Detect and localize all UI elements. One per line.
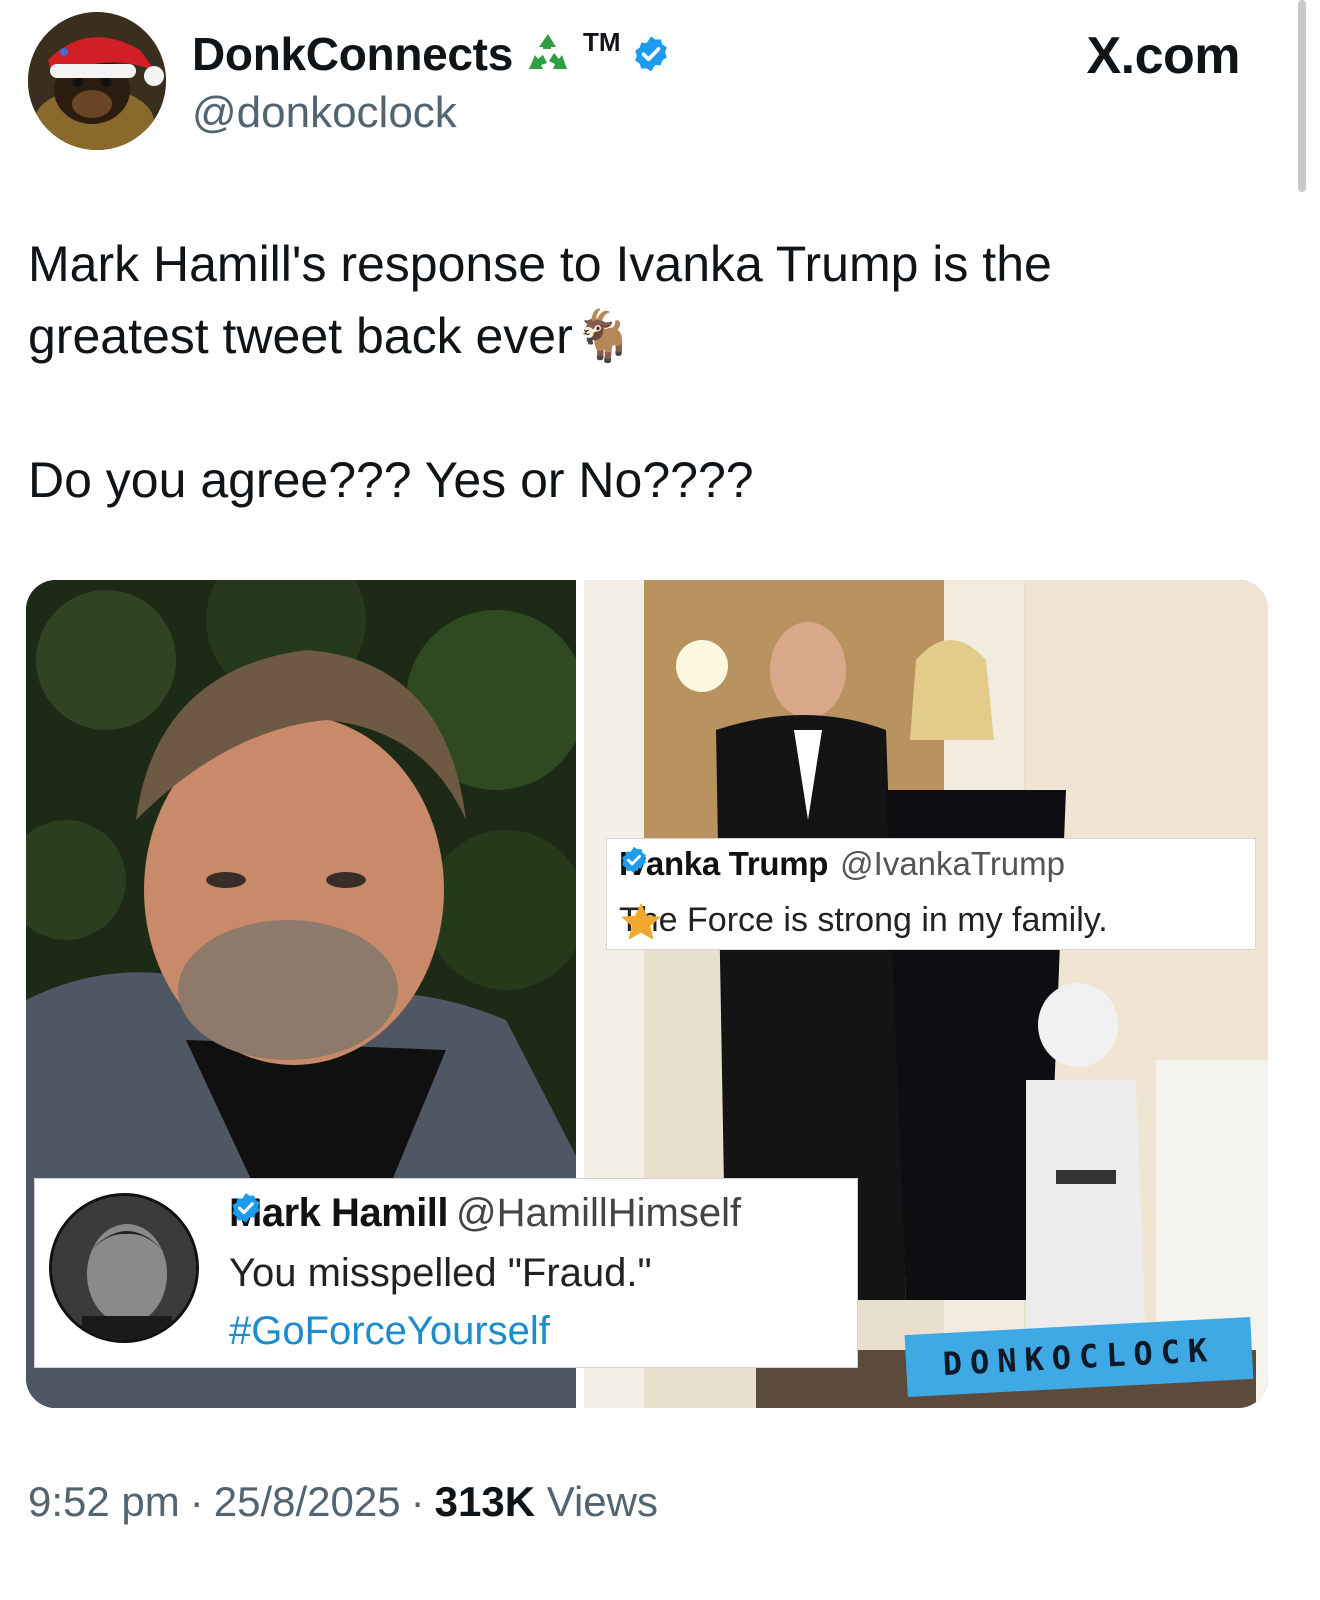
ivanka-card-header: Ivanka Trump @IvankaTrump [619,845,1065,883]
avatar-image [28,12,166,150]
tweet-line: Mark Hamill's response to Ivanka Trump i… [28,236,1052,292]
verified-badge-icon [622,846,646,874]
meta-separator: · [410,1478,425,1525]
scrollbar[interactable] [1298,0,1306,192]
tweet-line-text: greatest tweet back ever [28,308,573,364]
tweet-line: Do you agree??? Yes or No???? [28,452,754,508]
goat-emoji-icon: 🐐 [572,308,635,364]
views-label: Views [546,1478,658,1525]
hamill-avatar-image [52,1196,196,1340]
author-handle[interactable]: @donkoclock [192,88,457,138]
ivanka-tweet-card: Ivanka Trump @IvankaTrump The Force is s… [606,838,1256,950]
verified-badge-icon [232,1193,260,1223]
author-avatar[interactable] [28,12,166,150]
author-display-name[interactable]: DonkConnects [192,27,513,81]
hamill-handle: @HamillHimself [456,1191,742,1235]
ivanka-name: Ivanka Trump [619,845,829,882]
views-count: 313K [434,1478,536,1525]
trademark-mark: TM [582,26,621,57]
hamill-avatar [49,1193,199,1343]
ivanka-handle: @IvankaTrump [840,845,1066,882]
site-label: X.com [1086,27,1240,85]
ivanka-text-row: The Force is strong in my family. [619,901,1108,940]
meta-separator: · [189,1478,204,1525]
tweet-text: Mark Hamill's response to Ivanka Trump i… [28,228,1268,516]
hamill-card-header: Mark Hamill @HamillHimself [229,1191,741,1236]
author-name-row: DonkConnects TM [192,26,671,82]
hamill-text: You misspelled "Fraud." [229,1251,652,1295]
tweet-media-image[interactable]: Mark Hamill @HamillHimself You misspelle… [26,580,1268,1408]
tweet-meta: 9:52 pm · 25/8/2025 · 313K Views [28,1478,658,1526]
recycle-icon [528,34,567,69]
star-icon [621,902,661,940]
ivanka-text: The Force is strong in my family. [619,901,1108,939]
tweet-date[interactable]: 25/8/2025 [214,1478,401,1526]
watermark-text: DONKOCLOCK [941,1330,1217,1384]
tweet-line: greatest tweet back ever🐐 [28,300,1268,372]
tweet-time[interactable]: 9:52 pm [28,1478,180,1526]
views-stat[interactable]: 313K Views [435,1478,658,1526]
verified-badge-icon[interactable] [631,34,671,74]
hamill-hashtag: #GoForceYourself [229,1309,550,1353]
hamill-tweet-card: Mark Hamill @HamillHimself You misspelle… [34,1178,858,1368]
